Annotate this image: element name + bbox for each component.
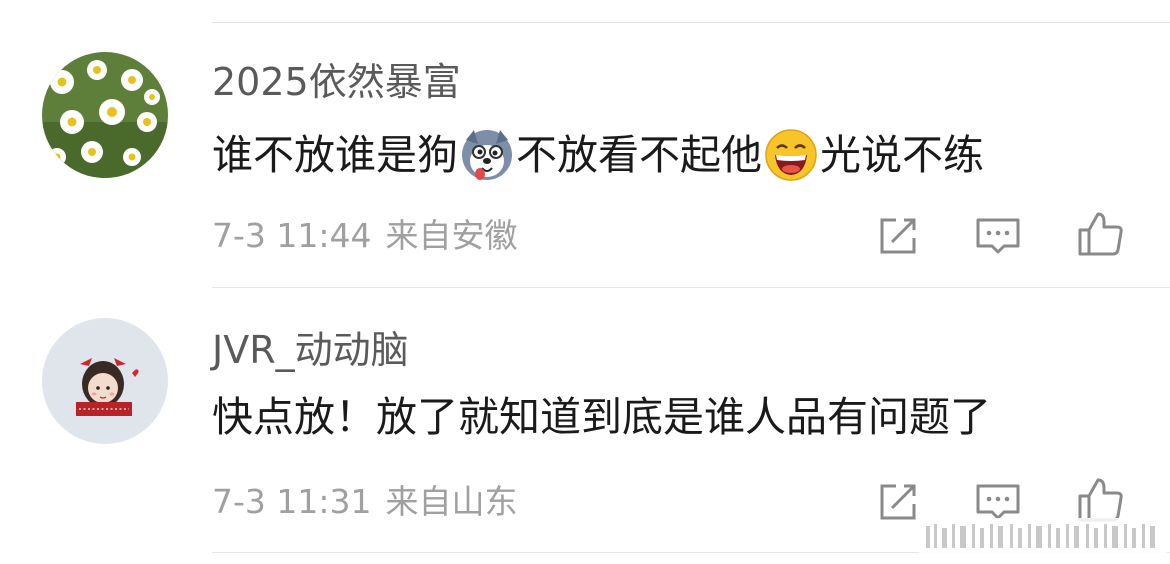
share-button[interactable] <box>872 210 924 262</box>
share-button[interactable] <box>872 476 924 528</box>
comment-text-part: 快点放！放了就知道到底是谁人品有问题了 <box>212 393 991 441</box>
cartoon-girl-avatar <box>42 318 168 444</box>
comment-text-part: 不放看不起他 <box>516 131 762 179</box>
avatar[interactable] <box>42 52 168 178</box>
comment-location: 来自安徽 <box>385 216 518 255</box>
comment-text-part: 谁不放谁是狗 <box>212 131 458 179</box>
laughing-face-emoji <box>765 129 817 181</box>
share-icon <box>880 218 916 254</box>
husky-dog-emoji <box>462 130 512 180</box>
comment-date: 7-3 11:31 <box>212 482 372 521</box>
top-divider <box>212 22 1170 23</box>
comment-button[interactable] <box>972 210 1024 262</box>
comment-meta: 7-3 11:31 来自山东 <box>212 482 532 522</box>
like-icon <box>1078 478 1123 522</box>
username[interactable]: 2025依然暴富 <box>212 60 461 104</box>
comment-text: 快点放！放了就知道到底是谁人品有问题了 <box>212 392 991 442</box>
like-icon <box>1078 212 1123 256</box>
comment-location: 来自山东 <box>385 482 518 521</box>
watermark <box>918 518 1168 554</box>
avatar[interactable] <box>42 318 168 444</box>
username[interactable]: JVR_动动脑 <box>212 328 409 372</box>
comment-divider <box>212 287 1170 288</box>
comment-icon <box>976 218 1020 254</box>
comment-meta: 7-3 11:44 来自安徽 <box>212 216 532 256</box>
share-icon <box>880 484 916 520</box>
comment-date: 7-3 11:44 <box>212 216 372 255</box>
like-button[interactable] <box>1074 208 1126 260</box>
daisy-flowers-avatar <box>42 52 168 178</box>
comment-text: 谁不放谁是狗 不放看不起他 光说不练 <box>212 128 984 182</box>
comment-text-part: 光说不练 <box>820 131 984 179</box>
